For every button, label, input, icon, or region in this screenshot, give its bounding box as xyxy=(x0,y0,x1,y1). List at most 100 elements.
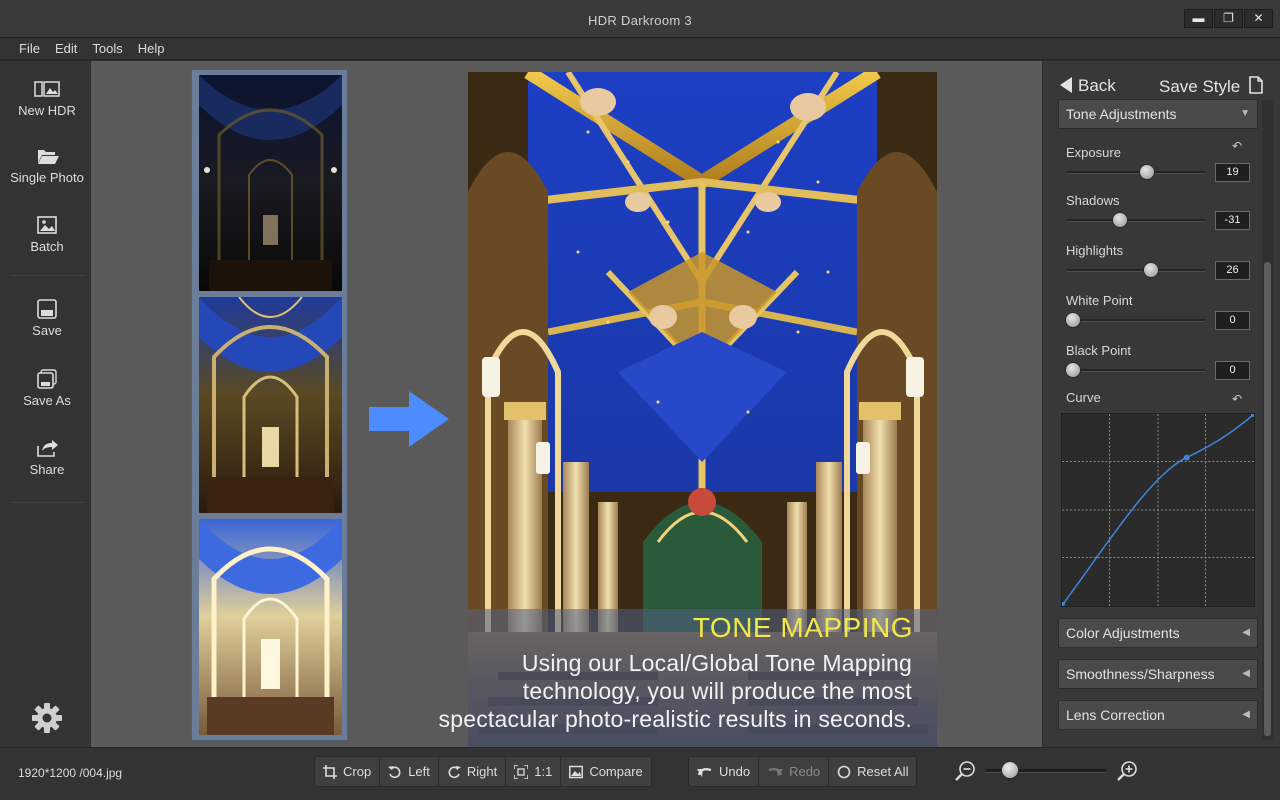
menu-file[interactable]: File xyxy=(19,38,40,59)
menu-edit[interactable]: Edit xyxy=(55,38,77,59)
save-label: Save xyxy=(32,323,62,338)
slider-track-white-point[interactable] xyxy=(1066,319,1206,322)
batch-button[interactable]: Batch xyxy=(0,215,94,254)
history-tools-group: Undo Redo Reset All xyxy=(688,756,918,787)
toolbar-divider xyxy=(11,275,85,276)
curve-point[interactable] xyxy=(1183,454,1190,461)
curve-reset-icon[interactable]: ↶ xyxy=(1232,392,1246,406)
toolbar-divider xyxy=(11,502,85,503)
folder-open-icon xyxy=(38,150,59,164)
color-adjustments-header[interactable]: Color Adjustments ◀ xyxy=(1058,618,1258,648)
smoothness-sharpness-label: Smoothness/Sharpness xyxy=(1066,666,1215,682)
caret-left-icon: ◀ xyxy=(1242,627,1250,638)
share-label: Share xyxy=(29,462,65,477)
slider-knob-white-point[interactable] xyxy=(1065,312,1081,328)
slider-knob-black-point[interactable] xyxy=(1065,362,1081,378)
caption-line-3: spectacular photo-realistic results in s… xyxy=(438,706,912,732)
lens-correction-header[interactable]: Lens Correction ◀ xyxy=(1058,700,1258,730)
arrow-right-icon xyxy=(369,391,449,447)
window-title: HDR Darkroom 3 xyxy=(588,13,692,28)
menu-bar: File Edit Tools Help xyxy=(0,38,1280,60)
caret-left-icon: ◀ xyxy=(1242,709,1250,720)
curve-label: Curve xyxy=(1066,390,1101,405)
tone-adjustments-header[interactable]: Tone Adjustments ▼ xyxy=(1058,99,1258,129)
new-hdr-label: New HDR xyxy=(18,103,76,118)
rotate-right-label: Right xyxy=(466,764,498,779)
slider-knob-exposure[interactable] xyxy=(1139,164,1156,180)
save-style-button[interactable]: Save Style xyxy=(1159,76,1263,97)
back-button[interactable]: Back xyxy=(1060,76,1116,96)
share-button[interactable]: Share xyxy=(0,438,94,477)
redo-label: Redo xyxy=(789,764,821,779)
save-button[interactable]: Save xyxy=(0,299,94,338)
slider-label-highlights: Highlights xyxy=(1066,243,1124,258)
single-photo-label: Single Photo xyxy=(10,170,84,185)
minimize-button[interactable]: ▬ xyxy=(1184,9,1213,28)
reset-all-label: Reset All xyxy=(857,764,909,779)
slider-track-highlights[interactable] xyxy=(1066,269,1206,272)
slider-label-black-point: Black Point xyxy=(1066,343,1132,358)
new-hdr-button[interactable]: New HDR xyxy=(0,79,94,118)
thumbnail-normal-exposure[interactable] xyxy=(199,297,342,513)
main-canvas: TONE MAPPING Using our Local/Global Tone… xyxy=(91,61,1042,747)
close-button[interactable]: ✕ xyxy=(1244,9,1273,28)
slider-track-black-point[interactable] xyxy=(1066,369,1206,372)
menu-help[interactable]: Help xyxy=(138,38,165,59)
image-icon xyxy=(37,216,57,234)
tone-reset-icon[interactable]: ↶ xyxy=(1232,139,1246,153)
curve-grid xyxy=(1062,414,1254,606)
slider-value-white-point[interactable]: 0 xyxy=(1215,311,1250,330)
reset-all-button[interactable]: Reset All xyxy=(829,757,916,786)
caption-line-2: technology, you will produce the most xyxy=(522,678,912,704)
menu-tools[interactable]: Tools xyxy=(92,38,122,59)
thumbnail-dark-exposure[interactable] xyxy=(199,75,342,291)
title-bar: HDR Darkroom 3 ▬ ❐ ✕ xyxy=(0,0,1280,38)
slider-label-exposure: Exposure xyxy=(1066,145,1121,160)
back-arrow-icon xyxy=(1060,77,1072,93)
actual-size-button[interactable]: 1:1 xyxy=(506,757,562,786)
redo-button[interactable]: Redo xyxy=(759,757,830,786)
slider-label-shadows: Shadows xyxy=(1066,193,1120,208)
rotate-right-button[interactable]: Right xyxy=(439,757,507,786)
left-toolbar: New HDR Single Photo Batch Save Save As xyxy=(0,61,94,747)
slider-value-highlights[interactable]: 26 xyxy=(1215,261,1250,280)
zoom-slider-knob[interactable] xyxy=(1001,761,1020,779)
rotate-left-label: Left xyxy=(408,764,430,779)
crop-button[interactable]: Crop xyxy=(315,757,381,786)
thumbnail-bright-exposure[interactable] xyxy=(199,519,342,735)
settings-gear-icon[interactable] xyxy=(31,702,63,734)
lens-correction-label: Lens Correction xyxy=(1066,707,1165,723)
undo-button[interactable]: Undo xyxy=(689,757,760,786)
source-thumbnails xyxy=(191,69,348,741)
undo-label: Undo xyxy=(719,764,751,779)
slider-value-black-point[interactable]: 0 xyxy=(1215,361,1250,380)
crop-label: Crop xyxy=(343,764,372,779)
curve-point[interactable] xyxy=(1061,602,1065,606)
caption-line-1: Using our Local/Global Tone Mapping xyxy=(521,650,912,676)
window-controls: ▬ ❐ ✕ xyxy=(1183,9,1273,28)
slider-label-white-point: White Point xyxy=(1066,293,1133,308)
slider-knob-highlights[interactable] xyxy=(1143,262,1159,278)
save-as-button[interactable]: Save As xyxy=(0,369,94,408)
panel-scrollbar-thumb[interactable] xyxy=(1264,262,1271,736)
rotate-left-button[interactable]: Left xyxy=(380,757,439,786)
actual-size-label: 1:1 xyxy=(534,764,553,779)
compare-button[interactable]: Compare xyxy=(561,757,650,786)
zoom-in-icon[interactable] xyxy=(1117,760,1139,782)
tone-curve-editor[interactable] xyxy=(1061,413,1255,607)
slider-value-shadows[interactable]: -31 xyxy=(1215,211,1250,230)
color-adjustments-label: Color Adjustments xyxy=(1066,625,1180,641)
slider-value-exposure[interactable]: 19 xyxy=(1215,163,1250,182)
curve-point[interactable] xyxy=(1251,413,1255,417)
single-photo-button[interactable]: Single Photo xyxy=(0,146,94,185)
caption-title: TONE MAPPING xyxy=(692,612,913,643)
smoothness-sharpness-header[interactable]: Smoothness/Sharpness ◀ xyxy=(1058,659,1258,689)
slider-track-exposure[interactable] xyxy=(1066,171,1206,174)
restore-button[interactable]: ❐ xyxy=(1214,9,1243,28)
redo-icon xyxy=(768,767,784,777)
slider-track-shadows[interactable] xyxy=(1066,219,1206,222)
slider-knob-shadows[interactable] xyxy=(1111,212,1128,228)
crop-icon xyxy=(323,764,337,779)
caret-down-icon: ▼ xyxy=(1240,108,1250,119)
zoom-out-icon[interactable] xyxy=(955,760,977,782)
